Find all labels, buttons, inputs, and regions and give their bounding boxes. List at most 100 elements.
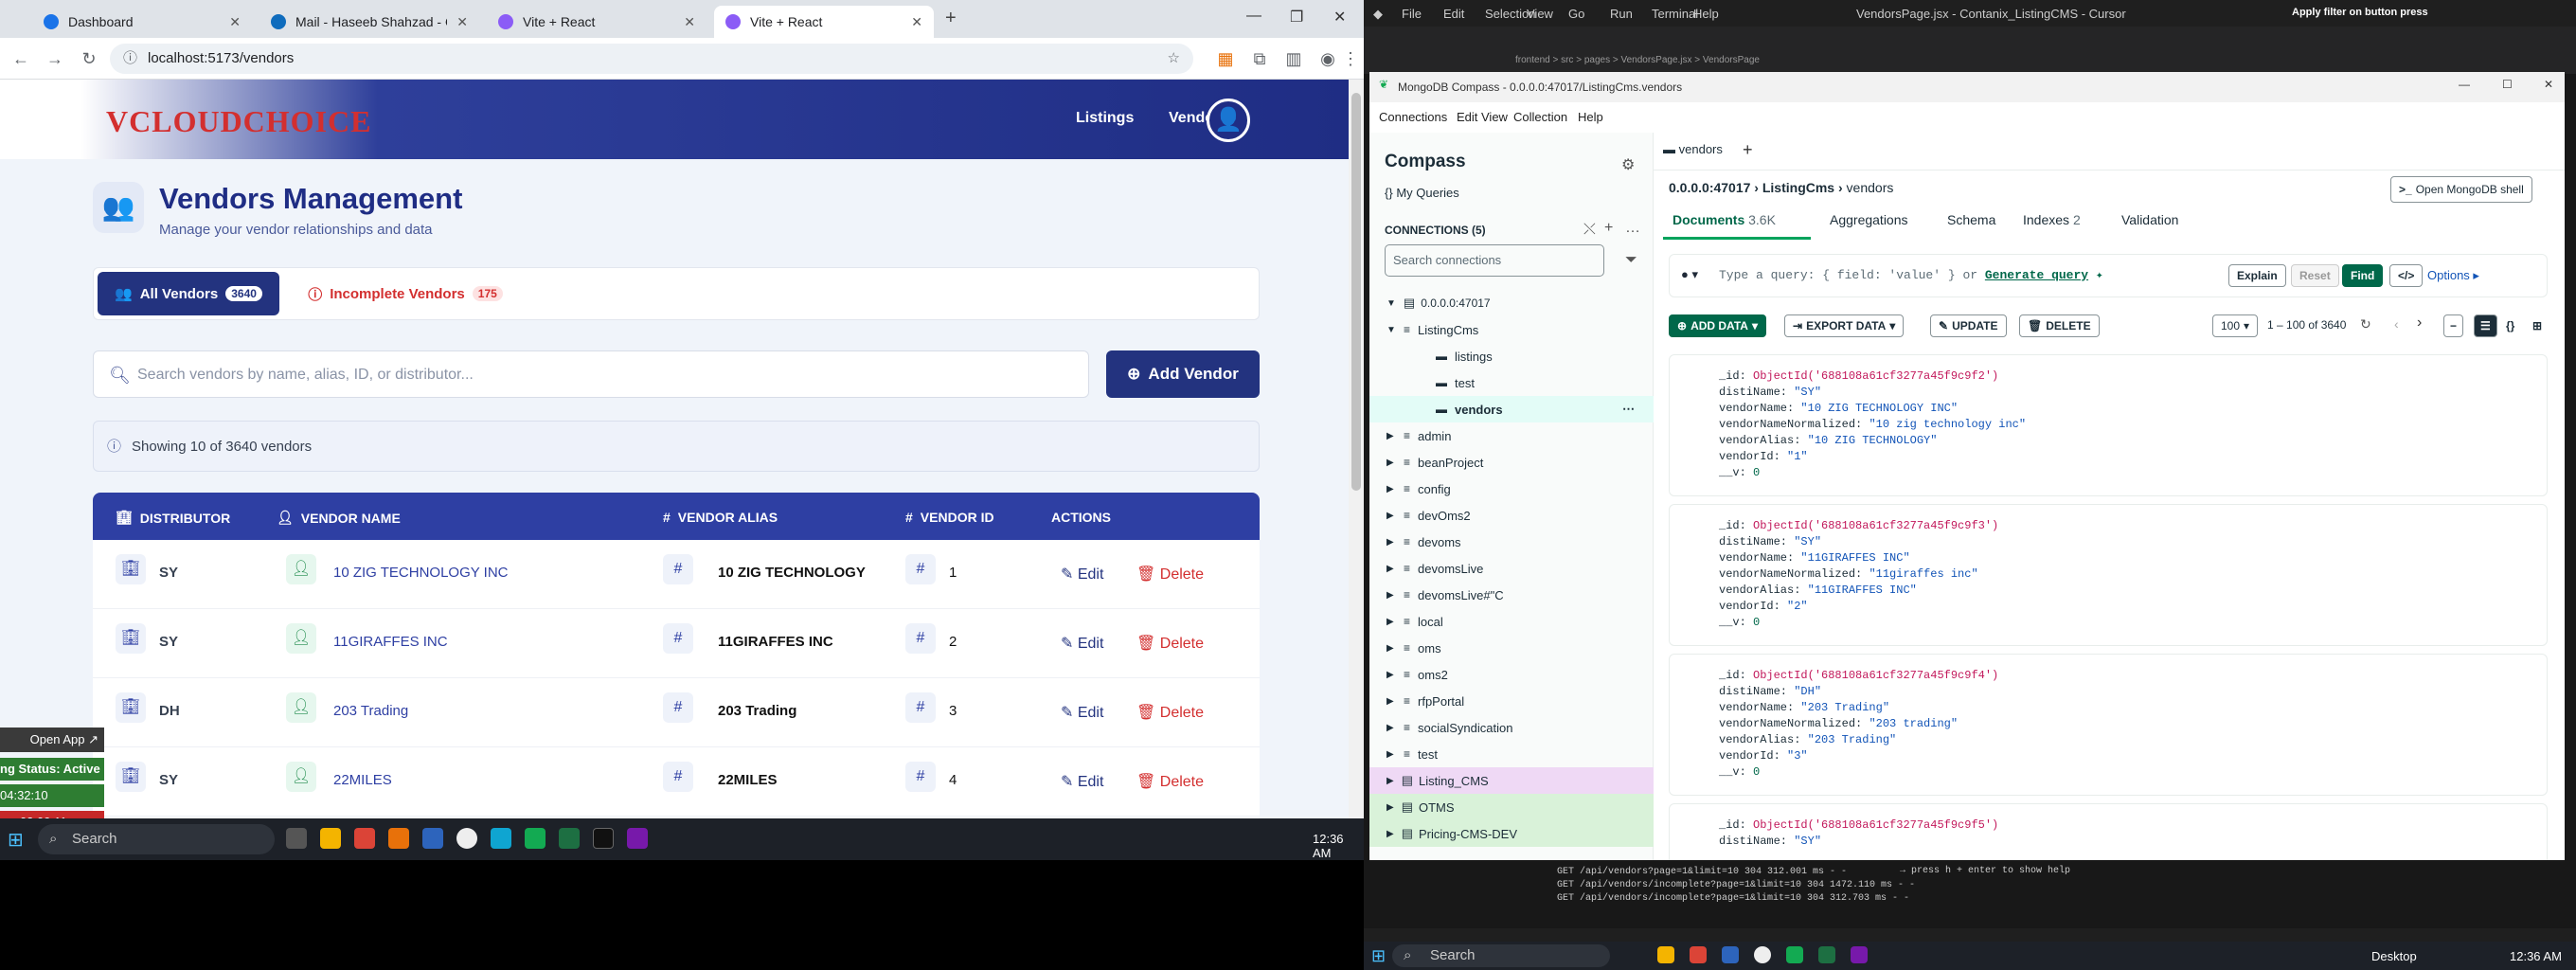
maximize-icon[interactable]: ❐ [1290, 8, 1303, 27]
add-connection-icon[interactable]: + [1604, 220, 1613, 237]
collapse-all-icon[interactable]: − [2443, 314, 2464, 337]
incomplete-vendors-button[interactable]: ⓘ Incomplete Vendors 175 [296, 272, 514, 315]
close-tab-icon[interactable]: ✕ [456, 14, 468, 30]
github-icon[interactable] [1754, 946, 1771, 963]
prev-page-icon[interactable]: ‹ [2394, 316, 2399, 332]
new-tab-icon[interactable]: + [1743, 140, 1753, 160]
user-avatar-icon[interactable]: 👤 [1207, 99, 1250, 142]
close-window-icon[interactable]: ✕ [2544, 78, 2553, 91]
cloudchoice-logo[interactable]: VCLOUDCHOICE [106, 104, 371, 139]
onenote-icon[interactable] [627, 828, 648, 849]
mongodb-icon[interactable] [525, 828, 546, 849]
database-item[interactable]: ▶ ≡ rfpPortal [1369, 688, 1654, 714]
database-item[interactable]: ▶ ≡ config [1369, 476, 1654, 502]
breadcrumb-host[interactable]: 0.0.0.0:47017 [1669, 180, 1750, 195]
tab-vite-active[interactable]: Vite + React ✕ [714, 6, 934, 38]
database-item[interactable]: ▶ ≡ test [1369, 741, 1654, 767]
list-view-icon[interactable]: ☰ [2474, 314, 2497, 337]
excel-icon[interactable] [1818, 946, 1835, 963]
vendor-search-input[interactable]: 🔍︎ Search vendors by name, alias, ID, or… [93, 350, 1089, 398]
database-item[interactable]: ▶ ≡ beanProject [1369, 449, 1654, 476]
task-view-icon[interactable] [286, 828, 307, 849]
compass-menu-item[interactable]: View [1481, 110, 1508, 124]
find-button[interactable]: Find [2342, 264, 2384, 287]
explain-button[interactable]: Explain [2228, 264, 2286, 287]
cursor-icon[interactable] [593, 828, 614, 849]
collection-item[interactable]: ▬ vendors ⋯ [1369, 396, 1654, 422]
document-card[interactable]: _id: ObjectId('688108a61cf3277a45f9c9f2'… [1669, 354, 2548, 496]
database-item[interactable]: ▶ ≡ oms [1369, 635, 1654, 661]
next-page-icon[interactable]: › [2417, 314, 2422, 332]
show-desktop[interactable]: Desktop [2371, 949, 2417, 963]
edit-button[interactable]: ✎ Edit [1061, 565, 1103, 584]
connection-item[interactable]: ▶ ▤ Pricing-CMS-DEV [1369, 820, 1654, 847]
database-item[interactable]: ▼ ≡ ListingCms [1369, 316, 1654, 343]
close-tab-icon[interactable]: ✕ [684, 14, 695, 30]
edit-button[interactable]: ✎ Edit [1061, 634, 1103, 653]
new-tab-icon[interactable]: + [945, 8, 957, 29]
page-scrollbar[interactable] [1349, 80, 1364, 818]
windows-start-icon[interactable]: ⊞ [8, 828, 24, 852]
export-data-button[interactable]: ⇥ EXPORT DATA ▾ [1784, 314, 1905, 337]
open-app-button[interactable]: Open App ↗ [0, 728, 104, 752]
profile-icon[interactable]: ◉ [1316, 47, 1339, 70]
database-item[interactable]: ▶ ≡ local [1369, 608, 1654, 635]
menu-kebab-icon[interactable]: ⋮ [1339, 47, 1362, 70]
cursor-menu-item[interactable]: Go [1568, 7, 1584, 21]
scroll-thumb[interactable] [1351, 93, 1361, 491]
site-info-icon[interactable]: ⓘ [123, 44, 137, 74]
app-icon[interactable] [422, 828, 443, 849]
document-card[interactable]: _id: ObjectId('688108a61cf3277a45f9c9f3'… [1669, 504, 2548, 646]
reset-button[interactable]: Reset [2291, 264, 2339, 287]
cursor-menu-item[interactable]: File [1402, 7, 1422, 21]
tab-indexes[interactable]: Indexes 2 [2023, 212, 2081, 227]
extensions-puzzle-icon[interactable]: ⧉ [1248, 47, 1271, 70]
reload-icon[interactable]: ↻ [78, 47, 100, 70]
edit-button[interactable]: ✎ Edit [1061, 772, 1103, 791]
onenote-icon[interactable] [1851, 946, 1868, 963]
back-icon[interactable]: ← [9, 47, 32, 70]
excel-icon[interactable] [559, 828, 580, 849]
breadcrumb-db[interactable]: ListingCms [1762, 180, 1834, 195]
app-icon[interactable] [491, 828, 511, 849]
github-icon[interactable] [456, 828, 477, 849]
edit-button[interactable]: ✎ Edit [1061, 703, 1103, 722]
more-icon[interactable]: … [1625, 220, 1640, 237]
more-icon[interactable]: ⋯ [1622, 402, 1635, 417]
tab-vendors[interactable]: ▬ vendors [1663, 142, 1723, 156]
search-connections-input[interactable]: Search connections [1385, 244, 1604, 277]
generate-query-link[interactable]: Generate query [1985, 268, 2088, 282]
close-tab-icon[interactable]: ✕ [229, 14, 241, 30]
compass-menu-item[interactable]: Help [1578, 110, 1603, 124]
add-vendor-button[interactable]: ⊕ Add Vendor [1106, 350, 1260, 398]
tab-mail[interactable]: Mail - Haseeb Shahzad - Outlo ✕ [259, 6, 479, 38]
tab-vite-1[interactable]: Vite + React ✕ [487, 6, 707, 38]
tab-dashboard[interactable]: Dashboard ✕ [32, 6, 252, 38]
windows-start-icon[interactable]: ⊞ [1371, 946, 1386, 966]
bookmark-star-icon[interactable]: ☆ [1168, 44, 1180, 74]
app-icon[interactable] [388, 828, 409, 849]
code-toggle-icon[interactable]: </> [2389, 264, 2424, 287]
tab-validation[interactable]: Validation [2121, 212, 2178, 227]
cursor-menu-item[interactable]: Help [1693, 7, 1719, 21]
collection-item[interactable]: ▬ test [1369, 369, 1654, 396]
cursor-menu-item[interactable]: Terminal [1652, 7, 1698, 21]
chrome-icon[interactable] [354, 828, 375, 849]
update-button[interactable]: ✎ UPDATE [1930, 314, 2007, 337]
connection-item[interactable]: ▶ ▤ Listing_CMS [1369, 767, 1654, 794]
database-item[interactable]: ▶ ≡ devomsLive [1369, 555, 1654, 582]
refresh-icon[interactable]: ↻ [2360, 316, 2371, 332]
mongodb-icon[interactable] [1786, 946, 1803, 963]
extension-grid-icon[interactable]: ▦ [1214, 47, 1237, 70]
tab-documents[interactable]: Documents 3.6K [1673, 212, 1776, 227]
database-item[interactable]: ▶ ≡ socialSyndication [1369, 714, 1654, 741]
options-toggle[interactable]: Options ▸ [2427, 268, 2479, 283]
document-card[interactable]: _id: ObjectId('688108a61cf3277a45f9c9f4'… [1669, 654, 2548, 796]
cursor-menu-item[interactable]: View [1527, 7, 1553, 21]
database-item[interactable]: ▶ ≡ devoms [1369, 529, 1654, 555]
close-window-icon[interactable]: ✕ [1333, 8, 1346, 27]
filter-icon[interactable]: ⏷ [1625, 252, 1637, 269]
document-card[interactable]: _id: ObjectId('688108a61cf3277a45f9c9f5'… [1669, 803, 2548, 860]
minimize-icon[interactable]: — [2459, 78, 2470, 91]
delete-button[interactable]: 🗑︎ Delete [1136, 703, 1204, 722]
